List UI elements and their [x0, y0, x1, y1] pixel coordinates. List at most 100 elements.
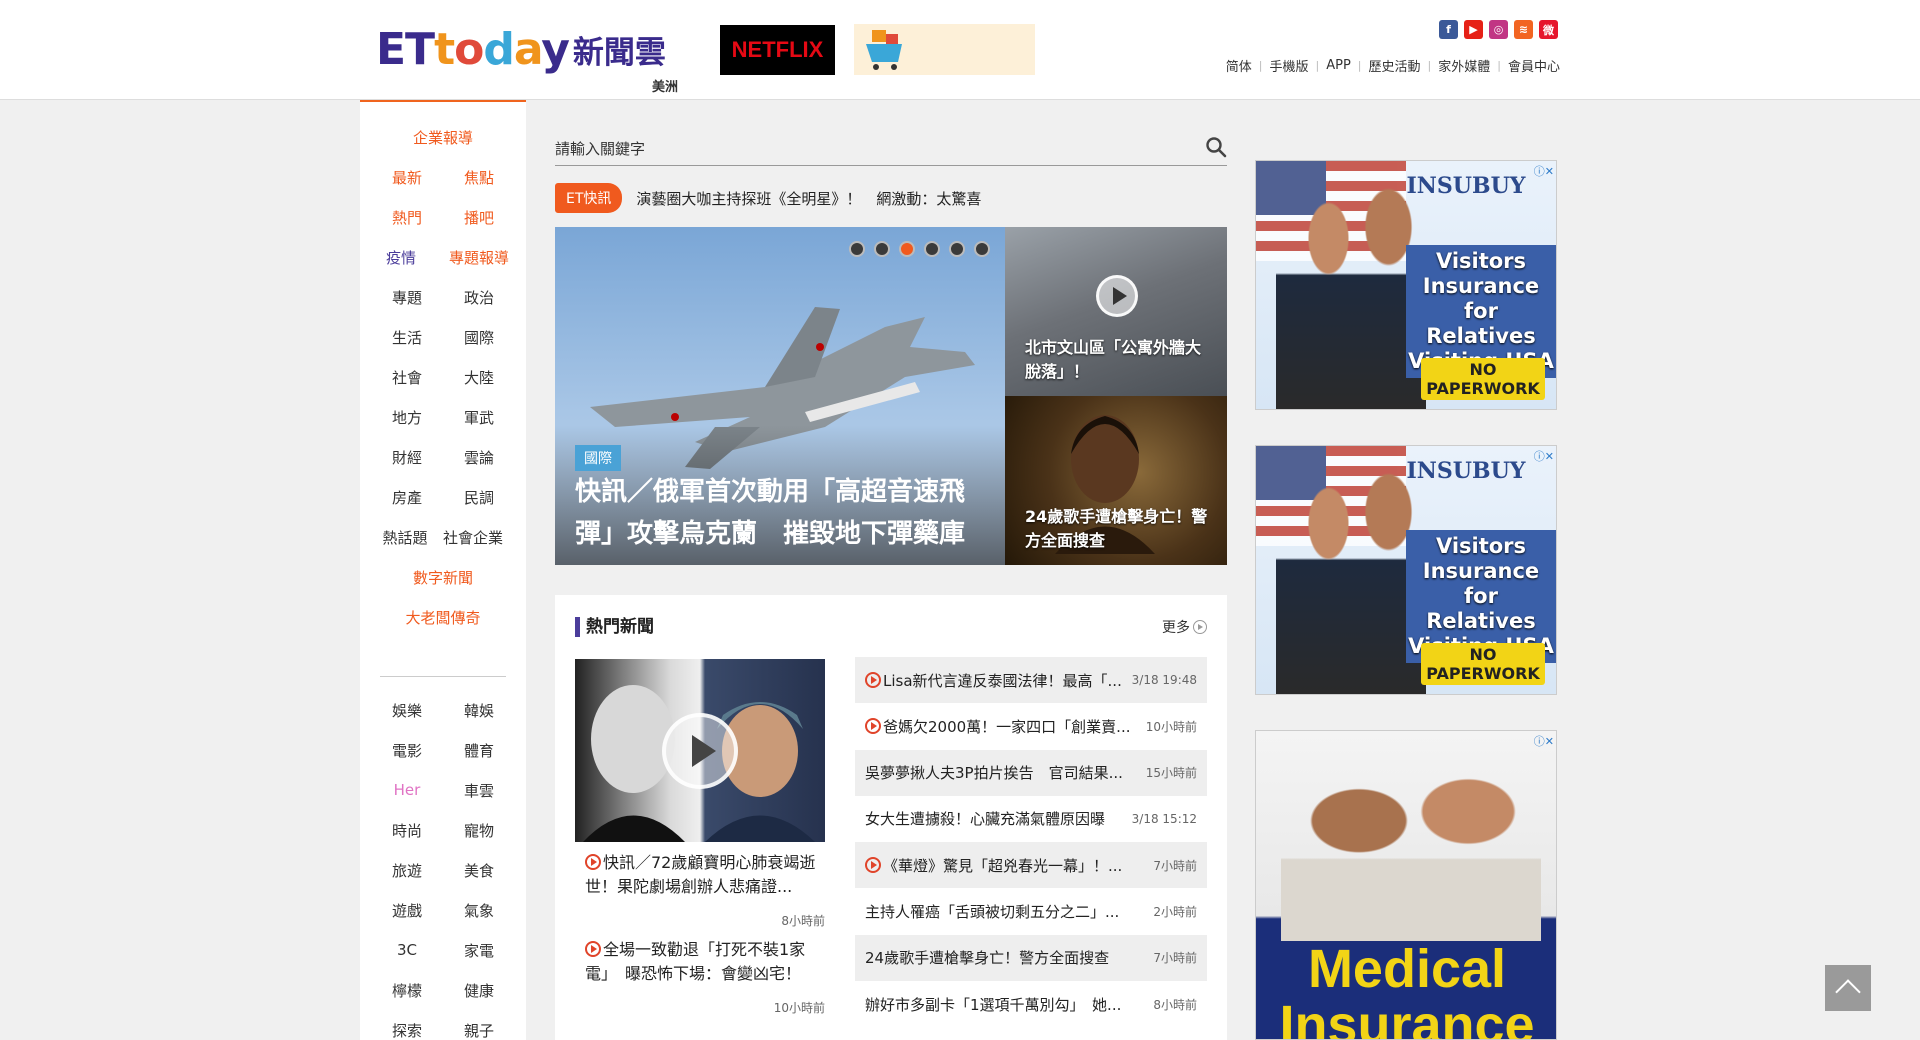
list-item[interactable]: Lisa新代言違反泰國法律！最高「... 3/18 19:48 — [855, 657, 1207, 703]
list-item[interactable]: 爸媽欠2000萬！一家四口「創業賣... 10小時前 — [855, 703, 1207, 749]
nav-link[interactable]: 大老闆傳奇 — [405, 607, 480, 628]
nav-link[interactable]: 專題報導 — [449, 247, 509, 268]
nav-link[interactable]: 大陸 — [455, 367, 503, 388]
instagram-icon[interactable]: ◎ — [1489, 20, 1508, 39]
list-item-title[interactable]: Lisa新代言違反泰國法律！最高「... — [883, 672, 1122, 690]
nav-link[interactable]: 地方 — [383, 407, 431, 428]
back-to-top-button[interactable] — [1825, 965, 1871, 1011]
feature-image[interactable] — [575, 659, 825, 842]
nav-link[interactable]: 體育 — [455, 740, 503, 761]
nav-link[interactable]: 專題 — [383, 287, 431, 308]
nav-link[interactable]: 家電 — [455, 940, 503, 961]
nav-link[interactable]: 電影 — [383, 740, 431, 761]
search-icon[interactable] — [1205, 136, 1227, 158]
nav-simplified-chinese[interactable]: 简体 — [1226, 56, 1252, 75]
feature-story-1[interactable]: 快訊／72歲顧寶明心肺衰竭逝世！果陀劇場創辦人悲痛證... — [585, 851, 825, 899]
ad-close-icon[interactable]: ⓘ✕ — [1534, 163, 1554, 179]
nav-link[interactable]: 韓娛 — [455, 700, 503, 721]
medical-insurance-ad[interactable]: Medical Insurance ⓘ✕ — [1255, 730, 1557, 1040]
shopping-banner-ad[interactable] — [854, 24, 1035, 75]
carousel-dot[interactable] — [849, 241, 865, 257]
nav-link[interactable]: 企業報導 — [413, 127, 473, 148]
feature-story-2[interactable]: 全場一致勸退「打死不裝1家電」 曝恐怖下場：會變凶宅！ — [585, 938, 825, 986]
nav-link[interactable]: 最新 — [383, 167, 431, 188]
side-story-title[interactable]: 24歲歌手遭槍擊身亡！警方全面搜查 — [1025, 505, 1215, 553]
list-item[interactable]: 女大生遭擄殺！心臟充滿氣體原因曝 3/18 15:12 — [855, 796, 1207, 842]
list-item-title[interactable]: 吳夢夢揪人夫3P拍片挨告 官司結果... — [865, 764, 1123, 782]
nav-link[interactable]: 熱話題 — [381, 527, 429, 548]
ettoday-logo[interactable]: ETtoday 新聞雲 — [376, 24, 666, 75]
nav-link[interactable]: 寵物 — [455, 820, 503, 841]
youtube-icon[interactable]: ▶ — [1464, 20, 1483, 39]
nav-link[interactable]: 社會 — [383, 367, 431, 388]
nav-link[interactable]: 數字新聞 — [413, 567, 473, 588]
nav-link[interactable]: 檸檬 — [383, 980, 431, 1001]
carousel-dot[interactable] — [924, 241, 940, 257]
ad-close-icon[interactable]: ⓘ✕ — [1534, 448, 1554, 464]
side-story-2[interactable]: 24歲歌手遭槍擊身亡！警方全面搜查 — [1005, 396, 1227, 565]
nav-link[interactable]: 播吧 — [455, 207, 503, 228]
hero-category-badge[interactable]: 國際 — [575, 445, 621, 471]
feature-story-title[interactable]: 快訊／72歲顧寶明心肺衰竭逝世！果陀劇場創辦人悲痛證... — [585, 853, 815, 896]
carousel-dot[interactable] — [974, 241, 990, 257]
list-item[interactable]: 主持人罹癌「舌頭被切剩五分之二」... 2小時前 — [855, 888, 1207, 934]
ad-close-icon[interactable]: ⓘ✕ — [1534, 733, 1554, 749]
list-item[interactable]: 《華燈》驚見「超兇春光一幕」！... 7小時前 — [855, 842, 1207, 889]
insurance-ad-1[interactable]: INSUBUY Visitors Insurance for Relatives… — [1255, 160, 1557, 410]
play-icon[interactable] — [1096, 275, 1138, 317]
nav-link[interactable]: 軍武 — [455, 407, 503, 428]
carousel-dot-active[interactable] — [899, 241, 915, 257]
nav-link[interactable]: 車雲 — [455, 780, 503, 801]
netflix-banner-ad[interactable]: NETFLIX — [720, 25, 835, 75]
nav-link[interactable]: 親子 — [455, 1020, 503, 1040]
nav-link[interactable]: 生活 — [383, 327, 431, 348]
list-item[interactable]: 辦好市多副卡「1選項千萬別勾」 她... 8小時前 — [855, 981, 1207, 1027]
search-input[interactable]: 請輸入關鍵字 — [555, 138, 645, 159]
side-story-title[interactable]: 北市文山區「公寓外牆大脫落」！ — [1025, 336, 1215, 384]
hero-headline[interactable]: 快訊／俄軍首次動用「高超音速飛彈」攻擊烏克蘭 摧毀地下彈藥庫 — [575, 471, 995, 555]
nav-link[interactable]: 健康 — [455, 980, 503, 1001]
nav-link[interactable]: 政治 — [455, 287, 503, 308]
nav-link[interactable]: 旅遊 — [383, 860, 431, 881]
nav-link[interactable]: Her — [383, 781, 431, 799]
rss-icon[interactable]: ≋ — [1514, 20, 1533, 39]
list-item-title[interactable]: 爸媽欠2000萬！一家四口「創業賣... — [883, 718, 1130, 736]
list-item[interactable]: 24歲歌手遭槍擊身亡！警方全面搜查 7小時前 — [855, 934, 1207, 981]
carousel-dot[interactable] — [874, 241, 890, 257]
nav-link[interactable]: 熱門 — [383, 207, 431, 228]
nav-member-center[interactable]: 會員中心 — [1508, 56, 1560, 75]
more-link[interactable]: 更多 — [1162, 617, 1207, 637]
list-item-title[interactable]: 24歲歌手遭槍擊身亡！警方全面搜查 — [865, 949, 1109, 967]
weibo-icon[interactable]: 微 — [1539, 20, 1558, 39]
nav-link[interactable]: 房產 — [383, 487, 431, 508]
nav-link[interactable]: 民調 — [455, 487, 503, 508]
nav-app[interactable]: APP — [1326, 58, 1351, 73]
nav-link[interactable]: 財經 — [383, 447, 431, 468]
nav-link[interactable]: 疫情 — [377, 247, 425, 268]
nav-history-events[interactable]: 歷史活動 — [1369, 56, 1421, 75]
nav-link[interactable]: 探索 — [383, 1020, 431, 1040]
side-story-1[interactable]: 北市文山區「公寓外牆大脫落」！ — [1005, 227, 1227, 396]
nav-mobile[interactable]: 手機版 — [1269, 56, 1308, 75]
list-item-title[interactable]: 主持人罹癌「舌頭被切剩五分之二」... — [865, 903, 1119, 921]
insurance-ad-2[interactable]: INSUBUY Visitors Insurance for Relatives… — [1255, 445, 1557, 695]
list-item[interactable]: 吳夢夢揪人夫3P拍片挨告 官司結果... 15小時前 — [855, 749, 1207, 796]
nav-link[interactable]: 遊戲 — [383, 900, 431, 921]
hero-main-story[interactable]: 國際 快訊／俄軍首次動用「高超音速飛彈」攻擊烏克蘭 摧毀地下彈藥庫 — [555, 227, 1005, 565]
nav-ooh-media[interactable]: 家外媒體 — [1438, 56, 1490, 75]
nav-link[interactable]: 娛樂 — [383, 700, 431, 721]
nav-link[interactable]: 美食 — [455, 860, 503, 881]
nav-link[interactable]: 3C — [383, 941, 431, 959]
facebook-icon[interactable]: f — [1439, 20, 1458, 39]
nav-link[interactable]: 雲論 — [455, 447, 503, 468]
nav-link[interactable]: 時尚 — [383, 820, 431, 841]
list-item-title[interactable]: 《華燈》驚見「超兇春光一幕」！... — [883, 857, 1122, 875]
list-item-title[interactable]: 女大生遭擄殺！心臟充滿氣體原因曝 — [865, 810, 1105, 828]
search-bar[interactable]: 請輸入關鍵字 — [555, 130, 1227, 166]
list-item-title[interactable]: 辦好市多副卡「1選項千萬別勾」 她... — [865, 996, 1121, 1014]
play-icon[interactable] — [662, 713, 738, 789]
nav-link[interactable]: 國際 — [455, 327, 503, 348]
carousel-dot[interactable] — [949, 241, 965, 257]
nav-link[interactable]: 焦點 — [455, 167, 503, 188]
ticker-headline[interactable]: 演藝圈大咖主持探班《全明星》！ 網激動：太驚喜 — [636, 188, 981, 209]
